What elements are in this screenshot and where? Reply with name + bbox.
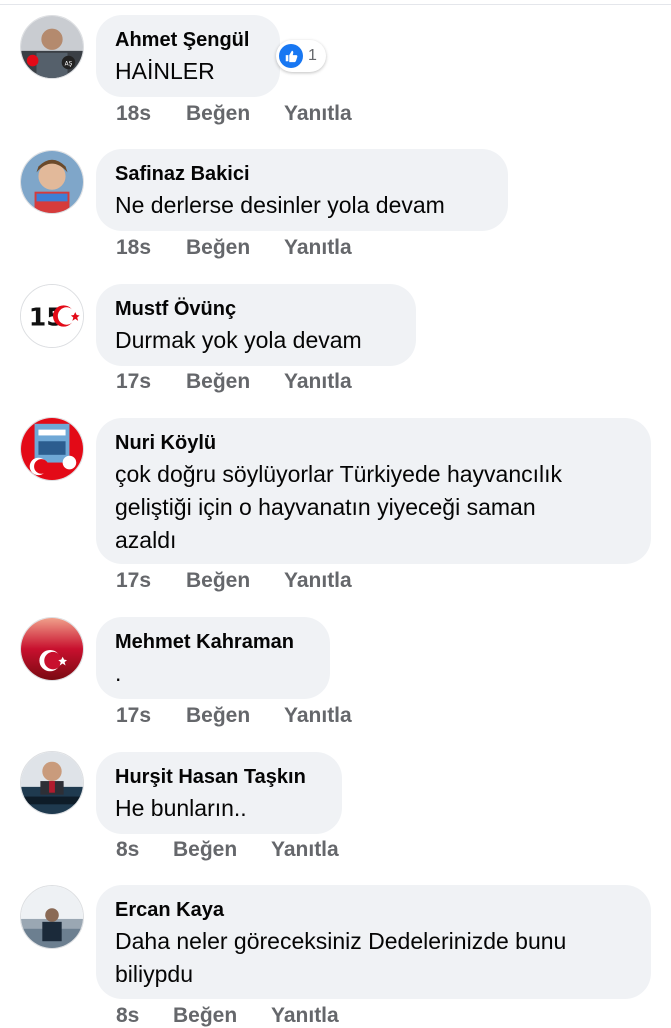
avatar[interactable]	[20, 150, 84, 214]
like-button[interactable]: Beğen	[186, 102, 250, 126]
comment-bubble: Ercan Kaya Daha neler göreceksiniz Dedel…	[96, 885, 651, 999]
comment-bubble: Ahmet Şengül HAİNLER	[96, 15, 280, 97]
comment-text: Daha neler göreceksiniz Dedelerinizde bu…	[115, 925, 631, 991]
reply-button[interactable]: Yanıtla	[284, 370, 352, 394]
comment-author[interactable]: Ercan Kaya	[115, 897, 631, 923]
avatar[interactable]	[20, 751, 84, 815]
comment-time[interactable]: 18s	[116, 102, 151, 126]
like-button[interactable]: Beğen	[173, 1004, 237, 1028]
comment-author[interactable]: Mustf Övünç	[115, 296, 396, 322]
comment-text: çok doğru söylüyorlar Türkiyede hayvancı…	[115, 458, 631, 557]
thumbs-up-icon	[279, 44, 303, 68]
comment-author[interactable]: Ahmet Şengül	[115, 27, 260, 53]
avatar[interactable]: AŞ	[20, 15, 84, 79]
comment-author[interactable]: Mehmet Kahraman	[115, 629, 310, 655]
comment-bubble: Mustf Övünç Durmak yok yola devam	[96, 284, 416, 366]
comment-time[interactable]: 17s	[116, 569, 151, 593]
top-divider	[0, 0, 671, 5]
comment-text-line: Daha neler göreceksiniz Dedelerinizde bu…	[115, 928, 567, 954]
like-button[interactable]: Beğen	[173, 838, 237, 862]
reply-button[interactable]: Yanıtla	[284, 236, 352, 260]
comment-author[interactable]: Safinaz Bakici	[115, 161, 488, 187]
reply-button[interactable]: Yanıtla	[271, 838, 339, 862]
comment-author[interactable]: Hurşit Hasan Taşkın	[115, 764, 322, 790]
avatar[interactable]	[20, 617, 84, 681]
comment-text-line: biliypdu	[115, 961, 193, 987]
comment-text: He bunların..	[115, 795, 247, 821]
reply-button[interactable]: Yanıtla	[284, 569, 352, 593]
comment-text: .	[115, 660, 122, 686]
avatar[interactable]: 15	[20, 284, 84, 348]
like-button[interactable]: Beğen	[186, 569, 250, 593]
comment-text: HAİNLER	[115, 58, 215, 84]
svg-text:AŞ: AŞ	[65, 61, 73, 67]
reply-button[interactable]: Yanıtla	[284, 102, 352, 126]
comment-time[interactable]: 17s	[116, 370, 151, 394]
reply-button[interactable]: Yanıtla	[271, 1004, 339, 1028]
comment-time[interactable]: 17s	[116, 704, 151, 728]
like-button[interactable]: Beğen	[186, 236, 250, 260]
comment-time[interactable]: 18s	[116, 236, 151, 260]
comment-text-line: azaldı	[115, 527, 177, 553]
like-button[interactable]: Beğen	[186, 704, 250, 728]
comment-bubble: Nuri Köylü çok doğru söylüyorlar Türkiye…	[96, 418, 651, 564]
comment-text-line: geliştiği için o hayvanatın yiyeceği sam…	[115, 494, 536, 520]
comment-bubble: Safinaz Bakici Ne derlerse desinler yola…	[96, 149, 508, 231]
comment-text: Ne derlerse desinler yola devam	[115, 192, 445, 218]
comment-time[interactable]: 8s	[116, 1004, 139, 1028]
reaction-count: 1	[308, 47, 317, 64]
avatar[interactable]	[20, 885, 84, 949]
reaction-badge[interactable]: 1	[276, 40, 326, 72]
comment-author[interactable]: Nuri Köylü	[115, 430, 631, 456]
comment-time[interactable]: 8s	[116, 838, 139, 862]
like-button[interactable]: Beğen	[186, 370, 250, 394]
reply-button[interactable]: Yanıtla	[284, 704, 352, 728]
avatar[interactable]	[20, 417, 84, 481]
comment-bubble: Hurşit Hasan Taşkın He bunların..	[96, 752, 342, 834]
comment-text: Durmak yok yola devam	[115, 327, 362, 353]
comment-bubble: Mehmet Kahraman .	[96, 617, 330, 699]
comment-text-line: çok doğru söylüyorlar Türkiyede hayvancı…	[115, 461, 563, 487]
